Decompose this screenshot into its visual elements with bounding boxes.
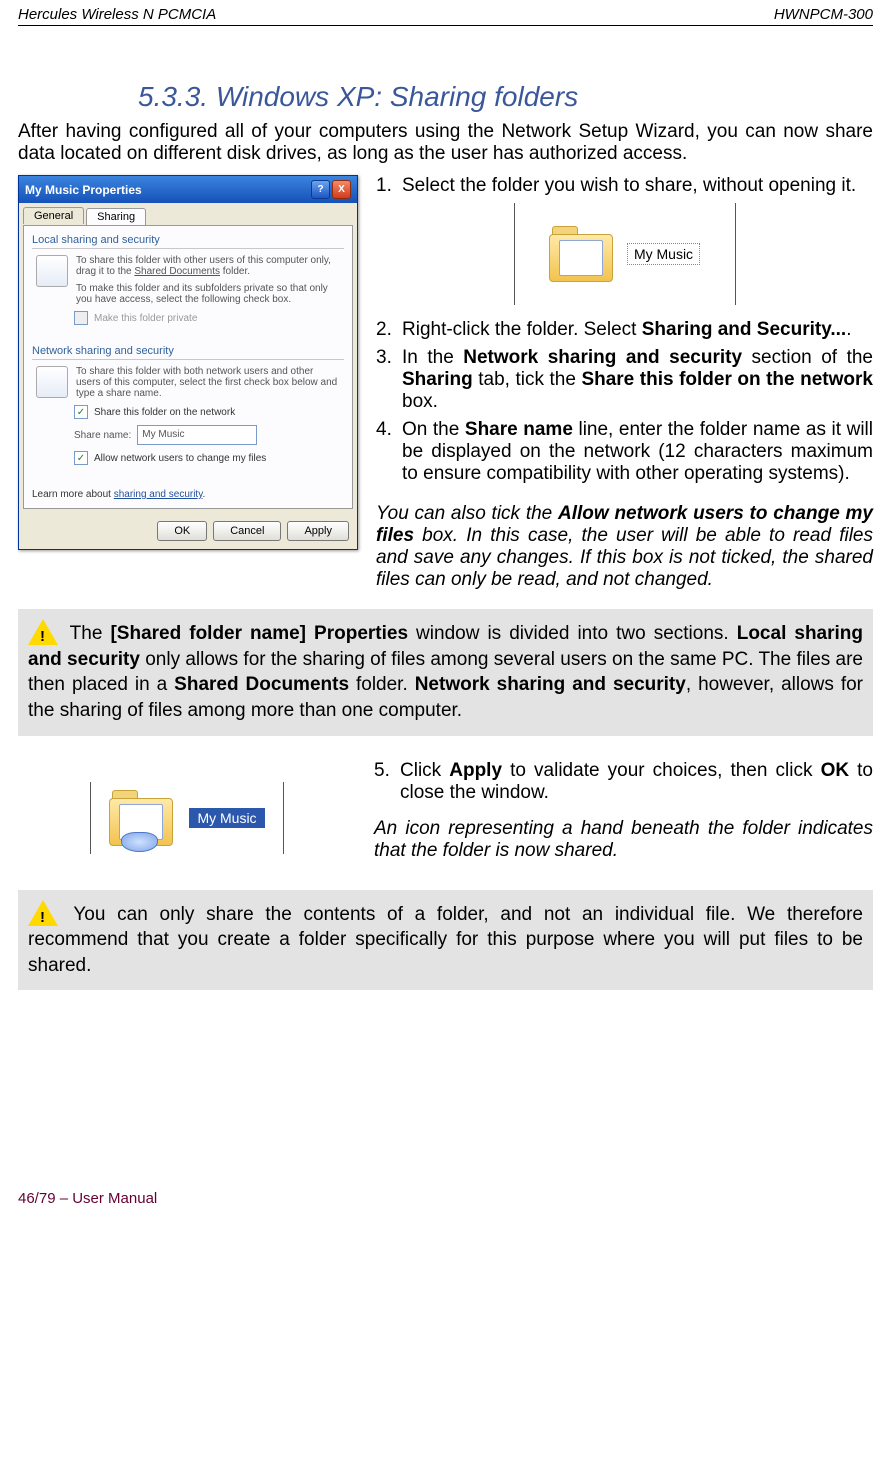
step-1-text: Select the folder you wish to share, wit… [402,175,873,197]
tab-sharing[interactable]: Sharing [86,208,146,225]
shared-folder-label: My Music [189,808,264,828]
folder-icon [36,255,68,287]
hand-icon [121,832,158,852]
network-icon [36,366,68,398]
close-icon[interactable]: X [332,180,351,199]
cancel-button[interactable]: Cancel [213,521,281,541]
divider [18,25,873,26]
checkbox-private [74,311,88,325]
step-2-text: Right-click the folder. Select Sharing a… [402,319,873,341]
apply-button[interactable]: Apply [287,521,349,541]
warning-icon [28,619,58,645]
step-4-num: 4. [376,419,402,485]
share-name-label: Share name: [74,430,131,441]
step-3-num: 3. [376,347,402,413]
group1-text2: To make this folder and its subfolders p… [76,283,328,305]
folder-label: My Music [627,243,700,265]
checkbox-share-network[interactable]: ✓ [74,405,88,419]
italic-note: You can also tick the Allow network user… [376,503,873,591]
learn-prefix: Learn more about [32,489,114,500]
dialog-title: My Music Properties [25,183,142,197]
properties-dialog: My Music Properties ? X General Sharing … [18,175,358,550]
page-footer: 46/79 – User Manual [18,1190,873,1211]
step-4-text: On the Share name line, enter the folder… [402,419,873,485]
shared-folder-thumbnail: My Music [90,782,283,854]
group2-text: To share this folder with both network u… [76,366,340,399]
step-1-num: 1. [376,175,402,197]
help-icon[interactable]: ? [311,180,330,199]
note-share-contents: You can only share the contents of a fol… [18,890,873,991]
checkbox-private-label: Make this folder private [94,313,197,324]
header-left: Hercules Wireless N PCMCIA [18,6,216,23]
ok-button[interactable]: OK [157,521,207,541]
tab-general[interactable]: General [23,207,84,224]
step-5-text: Click Apply to validate your choices, th… [400,760,873,804]
checkbox-allow-change[interactable]: ✓ [74,451,88,465]
intro-paragraph: After having configured all of your comp… [18,121,873,165]
step-5-num: 5. [374,760,400,804]
folder-thumbnail: My Music [514,203,736,305]
group1-text1-tail: folder. [220,266,250,277]
header-right: HWNPCM-300 [774,6,873,23]
folder-icon [109,790,173,846]
section-title: 5.3.3. Windows XP: Sharing folders [138,81,873,113]
shared-documents-link[interactable]: Shared Documents [134,266,220,277]
step-2-num: 2. [376,319,402,341]
share-name-input[interactable]: My Music [137,425,257,445]
note-properties: The [Shared folder name] Properties wind… [18,609,873,736]
checkbox-share-network-label: Share this folder on the network [94,407,235,418]
checkbox-allow-change-label: Allow network users to change my files [94,453,266,464]
group-local-label: Local sharing and security [32,234,344,246]
step-3-text: In the Network sharing and security sect… [402,347,873,413]
warning-icon [28,900,58,926]
shared-note: An icon representing a hand beneath the … [374,818,873,862]
learn-link[interactable]: sharing and security [114,489,203,500]
group-network-label: Network sharing and security [32,345,344,357]
folder-icon [549,226,613,282]
